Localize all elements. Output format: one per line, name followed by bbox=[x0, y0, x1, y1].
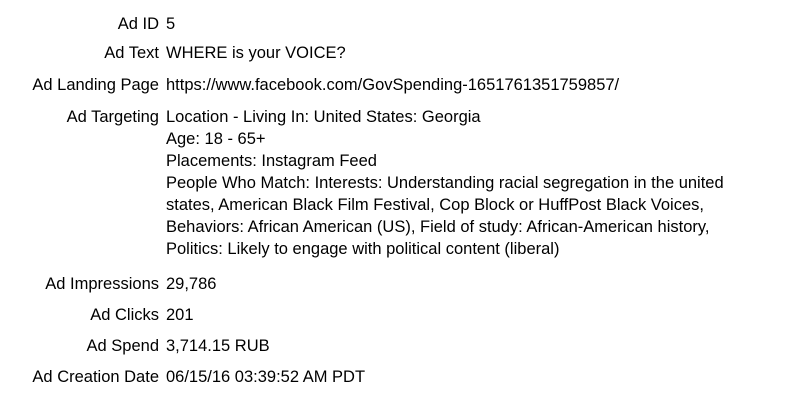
ad-clicks-row: Ad Clicks 201 bbox=[0, 304, 800, 326]
ad-creation-date-label: Ad Creation Date bbox=[32, 368, 159, 386]
ad-targeting-row: Ad Targeting Location - Living In: Unite… bbox=[0, 106, 800, 260]
ad-text-row: Ad Text WHERE is your VOICE? bbox=[0, 42, 800, 64]
targeting-people-line-1: People Who Match: Interests: Understandi… bbox=[166, 174, 724, 192]
targeting-people-line-4: Politics: Likely to engage with politica… bbox=[166, 240, 560, 258]
ad-creation-date-value: 06/15/16 03:39:52 AM PDT bbox=[166, 368, 366, 386]
ad-impressions-value: 29,786 bbox=[166, 275, 217, 293]
targeting-location: Location - Living In: United States: Geo… bbox=[166, 108, 481, 126]
targeting-people-line-2: states, American Black Film Festival, Co… bbox=[166, 196, 704, 214]
ad-landing-page-value: https://www.facebook.com/GovSpending-165… bbox=[166, 76, 620, 94]
ad-id-value: 5 bbox=[166, 15, 176, 33]
ad-impressions-label: Ad Impressions bbox=[45, 275, 159, 293]
ad-text-label: Ad Text bbox=[104, 44, 159, 62]
ad-landing-page-row: Ad Landing Page https://www.facebook.com… bbox=[0, 74, 800, 96]
ad-spend-value: 3,714.15 RUB bbox=[166, 337, 270, 355]
ad-landing-page-label: Ad Landing Page bbox=[32, 76, 159, 94]
ad-details-document: Ad ID 5 Ad Text WHERE is your VOICE? Ad … bbox=[0, 0, 800, 400]
ad-targeting-label: Ad Targeting bbox=[66, 108, 159, 126]
targeting-age: Age: 18 - 65+ bbox=[166, 130, 266, 148]
ad-spend-label: Ad Spend bbox=[86, 337, 159, 355]
ad-targeting-value: Location - Living In: United States: Geo… bbox=[166, 106, 796, 260]
targeting-people-line-3: Behaviors: African American (US), Field … bbox=[166, 218, 710, 236]
ad-spend-row: Ad Spend 3,714.15 RUB bbox=[0, 335, 800, 357]
ad-id-row: Ad ID 5 bbox=[0, 13, 800, 35]
ad-text-value: WHERE is your VOICE? bbox=[166, 44, 346, 62]
ad-clicks-value: 201 bbox=[166, 306, 194, 324]
ad-creation-date-row: Ad Creation Date 06/15/16 03:39:52 AM PD… bbox=[0, 366, 800, 388]
ad-id-label: Ad ID bbox=[117, 15, 159, 33]
ad-clicks-label: Ad Clicks bbox=[90, 306, 159, 324]
targeting-placements: Placements: Instagram Feed bbox=[166, 152, 377, 170]
ad-impressions-row: Ad Impressions 29,786 bbox=[0, 273, 800, 295]
